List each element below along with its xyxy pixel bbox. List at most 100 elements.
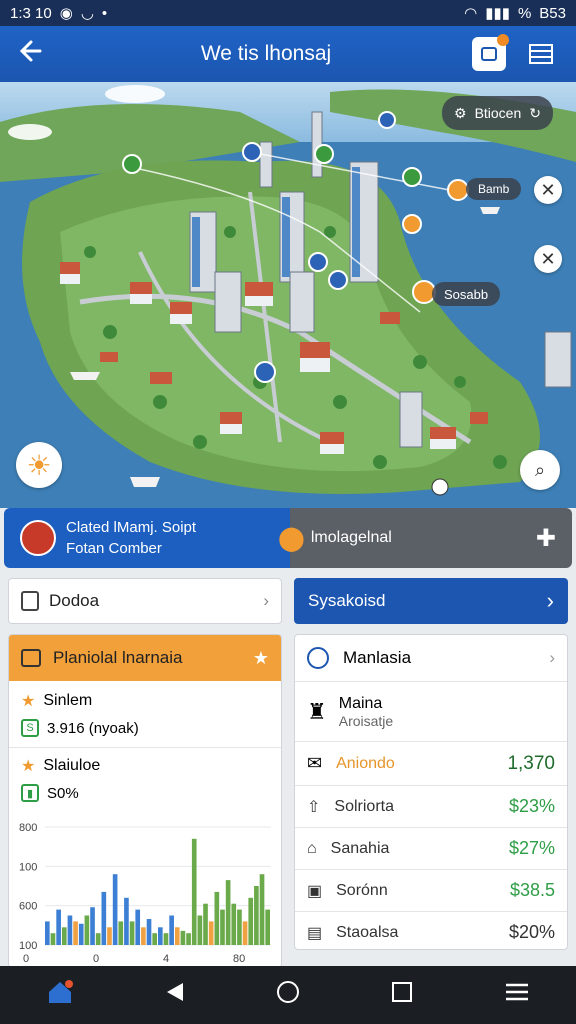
home-circle-button[interactable] bbox=[276, 980, 300, 1011]
chart-bar bbox=[90, 907, 95, 945]
notification-icon: ◉ bbox=[59, 5, 73, 22]
info-banner[interactable]: Clated lMamj. Soipt Fotan Comber ⬤ lmola… bbox=[0, 508, 576, 568]
sub-title: Maina bbox=[338, 694, 383, 712]
weather-button[interactable]: ☀ bbox=[16, 442, 62, 488]
compass-icon bbox=[307, 647, 329, 669]
home-icon bbox=[48, 979, 73, 1003]
status-bar: 1:3 10 ◉ ◡ • ◠ ▮▮▮ % B53 bbox=[0, 0, 576, 26]
bar-chart: 8001006001000 0 4 80 bbox=[19, 822, 271, 965]
map-chip-poi-1[interactable]: Bamb bbox=[466, 178, 522, 200]
inbox-icon bbox=[481, 47, 497, 61]
map-chip-poi-2[interactable]: Sosabb bbox=[432, 282, 501, 306]
banner-right[interactable]: ⬤ lmolagelnal ✚ bbox=[278, 508, 572, 568]
chip-label: Sosabb bbox=[444, 286, 489, 302]
y-tick-label: 600 bbox=[19, 901, 37, 913]
search-icon: ⌕ bbox=[534, 459, 546, 480]
row-label: Solriorta bbox=[334, 797, 394, 815]
banner-left[interactable]: Clated lMamj. Soipt Fotan Comber bbox=[4, 508, 290, 568]
puzzle-icon: ✚ bbox=[535, 524, 556, 552]
chip-label: Bamb bbox=[478, 182, 510, 196]
map-pin-icon: ⬤ bbox=[278, 524, 305, 552]
menu-nav-button[interactable] bbox=[504, 981, 530, 1009]
arrow-left-icon bbox=[19, 40, 42, 61]
recents-button[interactable] bbox=[391, 981, 413, 1010]
list-item[interactable]: ▣ Sorónn $38.5 bbox=[295, 869, 567, 911]
star-icon: ★ bbox=[252, 647, 269, 668]
home-nav-button[interactable] bbox=[46, 979, 74, 1012]
chart-bar bbox=[67, 915, 73, 945]
bar-icon: ▮ bbox=[21, 784, 39, 802]
chart-bar bbox=[124, 897, 129, 945]
list-item[interactable]: ⇧ Solriorta $23% bbox=[295, 785, 567, 827]
chart-bar bbox=[107, 927, 112, 945]
square-recents-icon bbox=[392, 981, 413, 1002]
stat-value: S0% bbox=[47, 784, 79, 802]
chart-bar bbox=[214, 891, 220, 945]
chart-bar bbox=[237, 909, 242, 945]
map-search-button[interactable]: ⌕ bbox=[520, 450, 560, 490]
highlight-value: 1,370 bbox=[507, 752, 555, 774]
row-label: Sorónn bbox=[336, 881, 388, 899]
x-tick-label: 80 bbox=[233, 953, 245, 965]
chart-bar bbox=[197, 915, 203, 945]
back-nav-button[interactable] bbox=[165, 981, 185, 1010]
chart-bar bbox=[141, 927, 146, 945]
row-value: $27% bbox=[508, 838, 555, 858]
chart-bar bbox=[180, 930, 186, 945]
chart-bar bbox=[95, 933, 101, 945]
dodoa-button[interactable]: Dodoa › bbox=[8, 578, 282, 624]
financial-card-title: Planiolal lnarnaia bbox=[53, 648, 183, 667]
chart-bar bbox=[225, 880, 231, 945]
sysakoisd-button[interactable]: Sysakoisd › bbox=[294, 578, 568, 624]
row-value: $23% bbox=[508, 796, 555, 816]
chart-bar bbox=[112, 874, 118, 945]
card-icon: ▣ bbox=[307, 882, 323, 900]
chart-bar bbox=[186, 933, 191, 945]
city-map[interactable]: ⚙ Btiocen ↻ Bamb Sosabb ✕ ✕ ☀ ⌕ bbox=[0, 82, 576, 508]
star-icon: ★ bbox=[21, 693, 36, 710]
chevron-right-icon: › bbox=[549, 648, 555, 667]
tools-button[interactable]: ✕ bbox=[534, 176, 562, 204]
location-icon: • bbox=[101, 4, 108, 22]
chart-bar bbox=[203, 903, 208, 945]
market-subsection: ♜ Maina Aroisatje bbox=[295, 681, 567, 741]
highlight-label: Aniondo bbox=[336, 754, 395, 772]
list-item[interactable]: ▤ Staoalsa $20% bbox=[295, 911, 567, 949]
financial-card-header[interactable]: Planiolal lnarnaia ★ bbox=[9, 635, 281, 681]
person-icon: ♜ bbox=[307, 698, 327, 724]
back-button[interactable] bbox=[0, 38, 60, 71]
map-chip-location[interactable]: ⚙ Btiocen ↻ bbox=[442, 96, 553, 130]
stat-item-1: ★ Sinlem S 3.916 (nyoak) bbox=[9, 681, 281, 748]
triangle-back-icon bbox=[166, 982, 183, 1001]
row-value: $38.5 bbox=[509, 880, 555, 900]
chart-bar bbox=[242, 921, 248, 945]
stat-value: 3.916 (nyoak) bbox=[47, 719, 139, 737]
chart-bar bbox=[208, 921, 214, 945]
chart-bar bbox=[78, 923, 84, 945]
row-label: Staoalsa bbox=[336, 923, 399, 941]
y-tick-label: 800 bbox=[19, 822, 37, 834]
arrow-up-icon: ⇧ bbox=[307, 798, 321, 816]
chart-bar bbox=[45, 921, 50, 945]
chart-bar bbox=[254, 886, 259, 945]
ticket-icon: ▤ bbox=[307, 924, 323, 942]
building-icon: ⌂ bbox=[307, 839, 317, 857]
row-label: Sanahia bbox=[330, 839, 390, 857]
notifications-button[interactable] bbox=[472, 34, 509, 71]
mail-icon: ✉ bbox=[307, 753, 323, 773]
y-tick-label: 100 bbox=[19, 940, 37, 952]
chevron-right-icon: › bbox=[263, 591, 269, 610]
chart-bar bbox=[158, 927, 163, 945]
market-card-header[interactable]: Manlasia › bbox=[295, 635, 567, 681]
close-button[interactable]: ✕ bbox=[534, 245, 562, 273]
chart-bar bbox=[248, 897, 254, 945]
sub-label: Aroisatje bbox=[338, 712, 394, 729]
list-item[interactable]: ⌂ Sanahia $27% bbox=[295, 827, 567, 869]
highlight-row[interactable]: ✉ Aniondo 1,370 bbox=[295, 741, 567, 785]
x-tick-label: 0 bbox=[93, 953, 99, 965]
gear-icon: ⚙ bbox=[454, 104, 467, 121]
sun-icon: ☀ bbox=[26, 449, 52, 481]
menu-button[interactable] bbox=[524, 37, 558, 71]
market-card: Manlasia › ♜ Maina Aroisatje ✉ Aniondo 1… bbox=[294, 634, 568, 950]
chart-bar bbox=[61, 927, 67, 945]
